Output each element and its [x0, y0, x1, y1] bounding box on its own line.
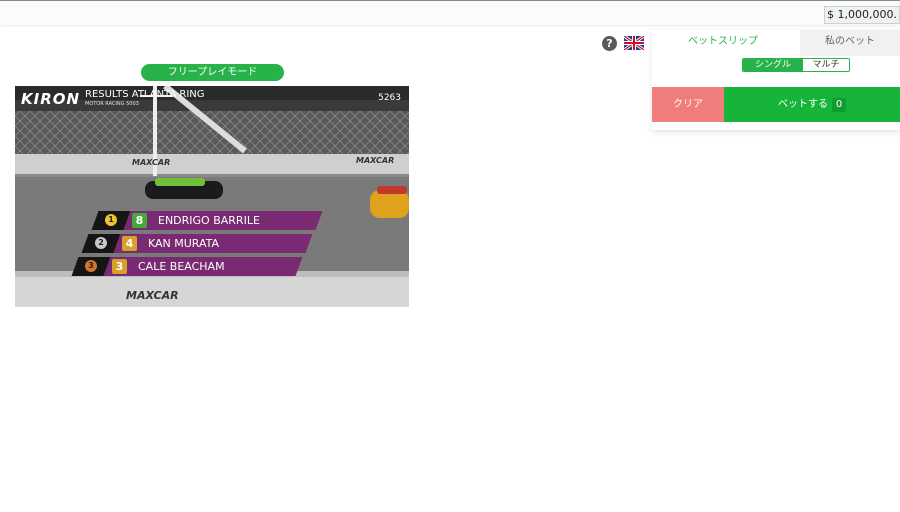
track-banner-bottom: MAXCAR [126, 289, 179, 302]
place-bet-label: ベットする [778, 99, 828, 110]
result-driver-name: CALE BEACHAM [138, 260, 225, 273]
result-position-badge: 1 [105, 214, 117, 226]
video-results-title: RESULTS ATLANTA RING [85, 89, 205, 100]
video-results-subtitle: MOTOR RACING 5003 [85, 101, 139, 107]
balance-display: $ 1,000,000. [824, 6, 900, 24]
result-row: 2 4 KAN MURATA [81, 234, 315, 253]
bet-type-multi-button[interactable]: マルチ [803, 59, 849, 71]
result-position-badge: 2 [95, 237, 107, 249]
result-row: 1 8 ENDRIGO BARRILE [91, 211, 325, 230]
video-event-id: 5263 [378, 93, 401, 103]
tab-my-bets[interactable]: 私のベット [800, 30, 900, 56]
result-car-number: 8 [132, 213, 147, 228]
result-position-badge: 3 [85, 260, 97, 272]
tab-bet-slip[interactable]: ベットスリップ [652, 30, 794, 56]
bet-slip-panel: ベットスリップ 私のベット シングル マルチ クリア ベットする 0 [652, 30, 900, 130]
result-driver-name: KAN MURATA [148, 237, 220, 250]
video-provider-logo: KIRON [21, 90, 81, 108]
result-row: 3 3 CALE BEACHAM [71, 257, 305, 276]
bet-type-toggle: シングル マルチ [742, 58, 850, 72]
uk-flag-icon[interactable] [624, 36, 644, 50]
help-circle-icon[interactable]: ? [602, 36, 617, 51]
free-play-mode-badge: フリープレイモード [141, 64, 284, 81]
bet-type-single-button[interactable]: シングル [743, 59, 803, 71]
clear-button[interactable]: クリア [652, 87, 724, 122]
track-banner-left: MAXCAR [132, 158, 171, 167]
bet-slip-tabs: ベットスリップ 私のベット [652, 30, 900, 56]
result-car-number: 4 [122, 236, 137, 251]
top-bar: $ 1,000,000. [0, 0, 900, 25]
result-driver-name: ENDRIGO BARRILE [158, 214, 260, 227]
result-car-number: 3 [112, 259, 127, 274]
place-bet-button[interactable]: ベットする 0 [724, 87, 900, 122]
bet-count-badge: 0 [832, 98, 846, 112]
race-video-player[interactable]: KIRON RESULTS ATLANTA RING MOTOR RACING … [15, 86, 409, 307]
track-banner-right: MAXCAR [356, 156, 395, 165]
